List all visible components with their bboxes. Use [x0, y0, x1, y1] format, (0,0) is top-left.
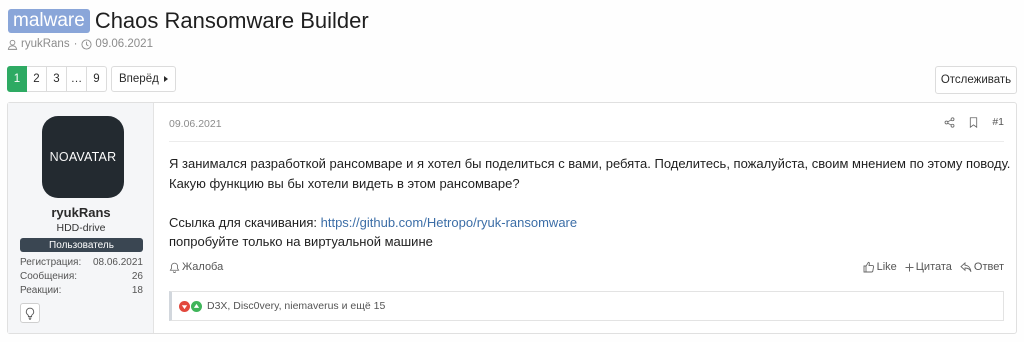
share-icon[interactable] — [944, 116, 955, 128]
page-link-1[interactable]: 1 — [7, 66, 27, 92]
thread-title: Chaos Ransomware Builder — [94, 8, 369, 33]
post-header-divider — [169, 141, 1004, 142]
post-container: NO AVATAR ryukRans HDD-drive Пользователь… — [7, 102, 1017, 334]
post-number-link[interactable]: #1 — [992, 116, 1004, 128]
reply-button[interactable]: Ответ — [960, 261, 1004, 273]
reactions-users-text[interactable]: D3X, Disc0very, niemaverus и ещё 15 — [207, 300, 385, 312]
page-link-2[interactable]: 2 — [27, 66, 47, 92]
pagination: 1 2 3 … 9 Вперёд — [7, 66, 176, 92]
stat-value: 26 — [131, 271, 143, 282]
stat-reactions: Реакции: 18 — [20, 285, 143, 299]
reply-icon — [960, 261, 972, 272]
trophy-bulb-button[interactable] — [20, 303, 40, 323]
thread-header: malware Chaos Ransomware Builder — [8, 8, 369, 34]
stat-messages: Сообщения: 26 — [20, 271, 143, 285]
user-role-banner: Пользователь — [20, 238, 143, 252]
thumbs-up-icon — [863, 261, 874, 273]
clock-icon — [81, 38, 92, 50]
meta-separator: · — [73, 38, 78, 50]
download-label: Ссылка для скачивания: — [169, 214, 321, 230]
stat-value: 08.06.2021 — [92, 257, 143, 268]
report-button[interactable]: Жалоба — [169, 261, 223, 273]
page-link-9[interactable]: 9 — [87, 66, 107, 92]
post-header-actions: #1 — [930, 116, 1004, 128]
reply-label: Ответ — [973, 261, 1004, 273]
caret-right-icon — [163, 76, 168, 82]
stat-value: 18 — [131, 285, 143, 296]
post-username[interactable]: ryukRans — [8, 205, 154, 220]
stat-label: Реакции: — [20, 285, 62, 296]
avatar[interactable]: NO AVATAR — [42, 116, 124, 198]
download-link[interactable]: https://github.com/Hetropo/ryuk-ransomwa… — [321, 215, 578, 230]
page-jump-ellipsis[interactable]: … — [67, 66, 87, 92]
dislike-reaction-icon — [179, 300, 190, 312]
next-page-label: Вперёд — [119, 73, 159, 85]
watch-thread-button[interactable]: Отслеживать — [935, 66, 1017, 94]
post-date[interactable]: 09.06.2021 — [169, 118, 222, 130]
avatar-text-no: NO — [49, 150, 69, 164]
like-label: Like — [876, 261, 897, 273]
like-reaction-icon — [191, 300, 202, 312]
thread-meta: ryukRans · 09.06.2021 — [7, 38, 153, 50]
thread-date[interactable]: 09.06.2021 — [95, 38, 153, 50]
stat-label: Сообщения: — [20, 271, 78, 282]
quote-label: Цитата — [915, 261, 952, 273]
user-title: HDD-drive — [56, 222, 106, 234]
quote-button[interactable]: Цитата — [905, 261, 952, 273]
bell-icon — [169, 262, 180, 273]
next-page-button[interactable]: Вперёд — [111, 66, 176, 92]
page-link-3[interactable]: 3 — [47, 66, 67, 92]
post-body: Я занимался разработкой рансомваре и я х… — [169, 154, 1010, 252]
post-text-line: попробуйте только на виртуальной машине — [169, 234, 433, 249]
avatar-text-avatar: AVATAR — [68, 150, 117, 164]
stat-label: Регистрация: — [20, 257, 82, 268]
thread-author-link[interactable]: ryukRans — [21, 38, 70, 50]
reaction-icons — [179, 300, 203, 312]
like-button[interactable]: Like — [863, 261, 897, 273]
user-stats: Регистрация: 08.06.2021 Сообщения: 26 Ре… — [20, 257, 143, 299]
stat-registration: Регистрация: 08.06.2021 — [20, 257, 143, 271]
bookmark-icon[interactable] — [969, 116, 978, 128]
thread-prefix-badge[interactable]: malware — [8, 9, 90, 33]
reactions-bar[interactable]: D3X, Disc0very, niemaverus и ещё 15 — [169, 291, 1004, 321]
lightbulb-icon — [25, 307, 35, 320]
user-icon — [7, 39, 18, 50]
report-label: Жалоба — [182, 261, 224, 273]
post-footer-actions: Like Цитата Ответ — [855, 261, 1004, 273]
plus-icon — [905, 263, 914, 271]
post-text-line: Я занимался разработкой рансомваре и я х… — [169, 156, 1011, 171]
post-text-line: Какую функцию вы бы хотели видеть в этом… — [169, 175, 520, 191]
post-text-line: Ссылка для скачивания: https://github.co… — [169, 213, 1010, 233]
post-user-panel: NO AVATAR ryukRans HDD-drive Пользователь… — [8, 103, 154, 333]
